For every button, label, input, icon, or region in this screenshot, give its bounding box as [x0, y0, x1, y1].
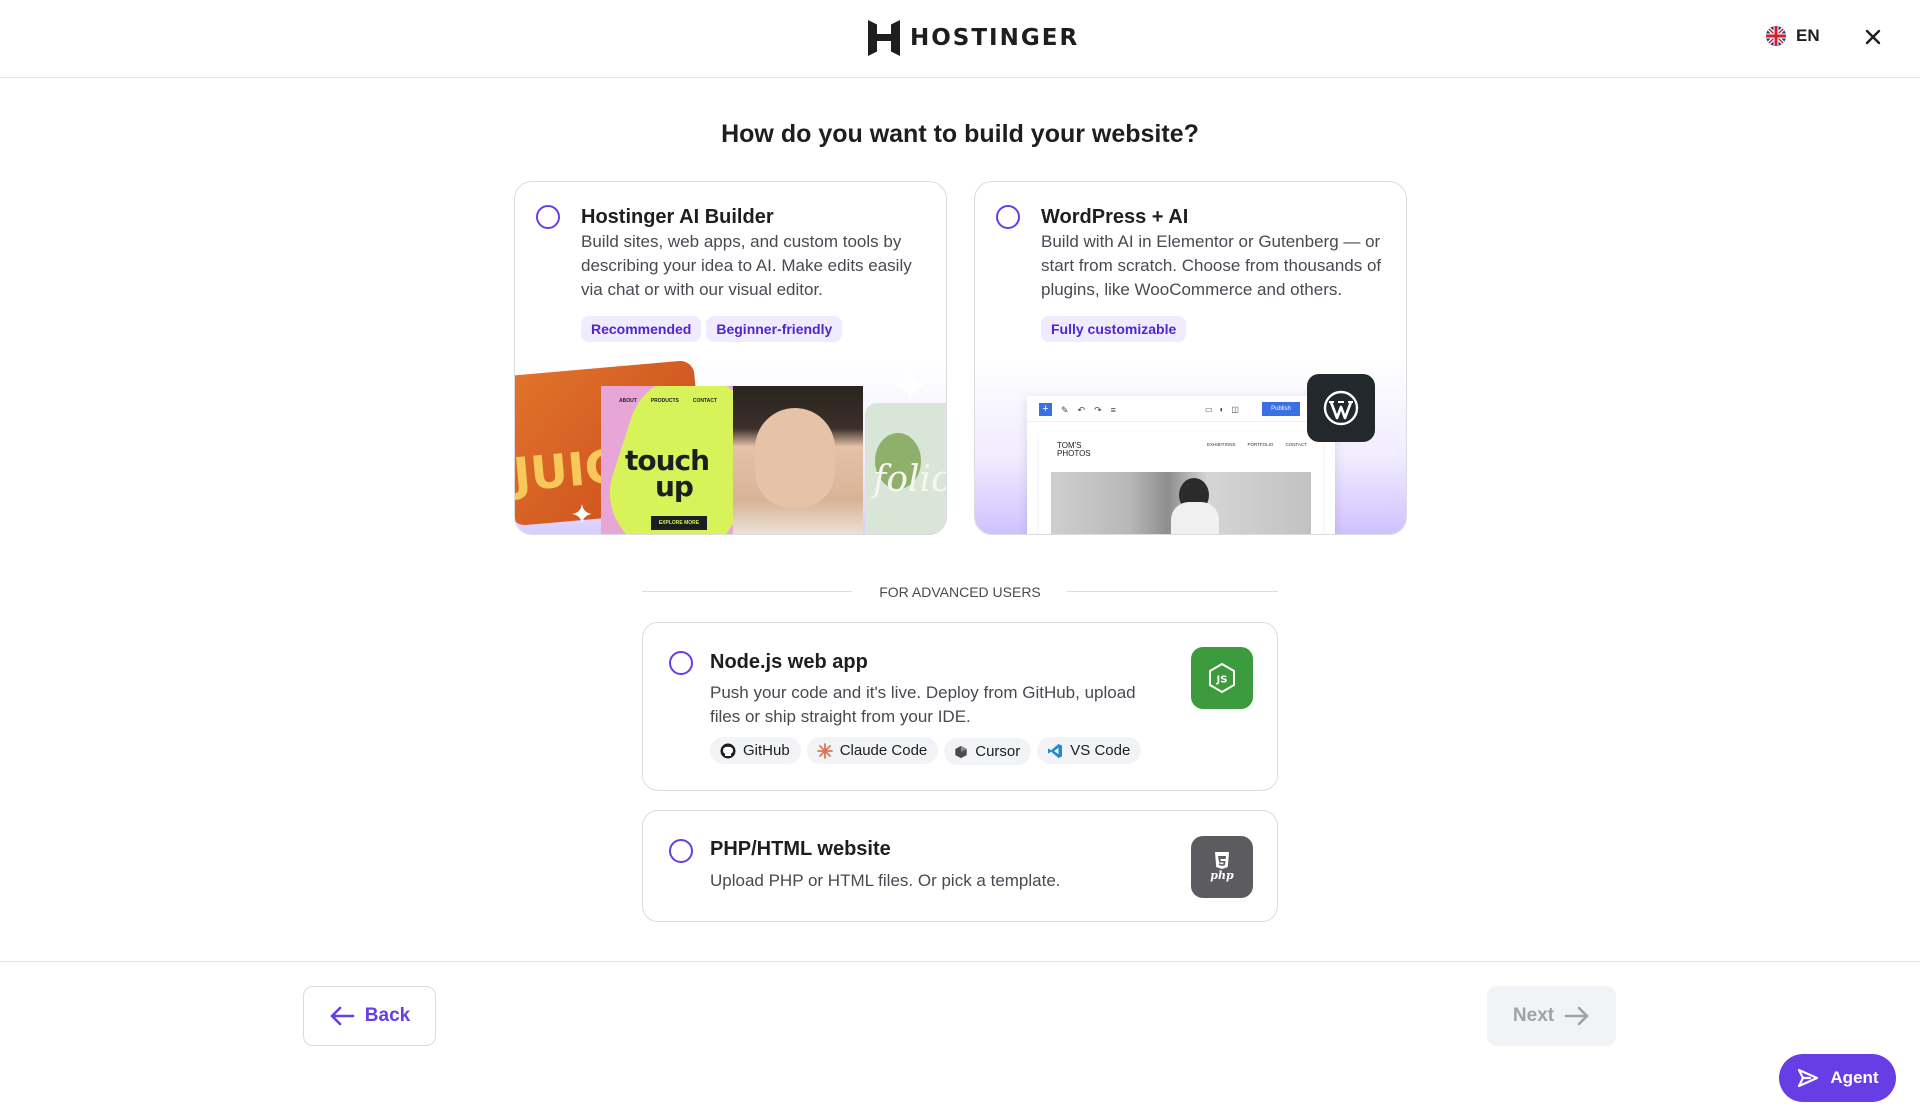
sparkle-icon [572, 504, 592, 524]
option-description: Upload PHP or HTML files. Or pick a temp… [710, 871, 1061, 890]
preview-back-right-text: folio [873, 459, 947, 500]
vscode-icon [1048, 743, 1063, 758]
agent-label: Agent [1830, 1068, 1879, 1087]
preview-cta: EXPLORE MORE [651, 516, 707, 530]
site-nav-item: EXHIBITIONS [1207, 442, 1236, 447]
nodejs-tile: JS [1191, 647, 1253, 709]
tool-label: Cursor [975, 743, 1021, 760]
radio-nodejs[interactable] [669, 651, 693, 675]
option-title: WordPress + AI [1041, 206, 1189, 228]
next-label: Next [1512, 1005, 1555, 1026]
tool-claude-code: Claude Code [806, 737, 939, 764]
tool-label: VS Code [1070, 742, 1131, 759]
advanced-divider: FOR ADVANCED USERS [642, 582, 1278, 602]
advanced-label: FOR ADVANCED USERS [879, 584, 1041, 600]
cursor-icon [955, 745, 967, 758]
hostinger-logo-icon [868, 20, 900, 56]
agent-button[interactable]: Agent [1779, 1054, 1896, 1102]
nodejs-icon: JS [1209, 662, 1235, 694]
hostinger-logo[interactable]: HOSTINGER [868, 20, 1079, 56]
tool-group: GitHub Claude Code Cursor VS Code [710, 737, 1147, 765]
wordpress-icon [1323, 390, 1359, 426]
editor-window: + ✎↶↷≡ ▭◐◫ Publish TOM'S PHOTOS EXHIBITI… [1027, 396, 1335, 534]
brand-name: HOSTINGER [910, 25, 1080, 51]
preview-nav-item: ABOUT [619, 398, 637, 404]
back-button[interactable]: Back [303, 986, 436, 1046]
tag-group: Recommended Beginner-friendly [581, 316, 847, 342]
portrait-face [755, 408, 835, 508]
ai-builder-preview: JUIC folio ABOUT PRODUCTS CONTACT touch … [515, 358, 947, 534]
radio-ai-builder[interactable] [536, 205, 560, 229]
option-title: PHP/HTML website [710, 838, 891, 860]
php-label: php [1210, 869, 1234, 882]
site-title: TOM'S PHOTOS [1057, 441, 1091, 458]
tag-fully-customizable: Fully customizable [1041, 316, 1187, 342]
editor-view-icons: ▭◐◫ [1205, 405, 1246, 414]
photo-body [1171, 502, 1219, 534]
option-card-ai-builder[interactable]: Hostinger AI Builder Build sites, web ap… [514, 181, 947, 535]
option-title: Node.js web app [710, 651, 868, 673]
tool-cursor: Cursor [944, 738, 1032, 765]
radio-php-html[interactable] [669, 839, 693, 863]
back-label: Back [364, 1005, 411, 1026]
github-icon [720, 743, 736, 758]
tool-label: GitHub [743, 742, 790, 759]
option-title: Hostinger AI Builder [581, 206, 774, 228]
arrow-left-icon [330, 1006, 355, 1026]
divider-line [1067, 591, 1278, 592]
option-card-wordpress[interactable]: WordPress + AI Build with AI in Elemento… [974, 181, 1407, 535]
option-description: Push your code and it's live. Deploy fro… [710, 683, 1136, 726]
claude-icon [816, 742, 833, 759]
tool-label: Claude Code [839, 742, 928, 759]
editor-tool-icons: ✎↶↷≡ [1061, 405, 1125, 415]
footer-bar [0, 961, 1920, 1117]
php-html-icon [1215, 852, 1229, 869]
php-html-tile: php [1191, 836, 1253, 898]
close-button[interactable] [1860, 24, 1886, 50]
preview-nav-item: PRODUCTS [650, 398, 679, 404]
preview-nav-item: CONTACT [692, 398, 717, 404]
preview-headline-2: up [655, 470, 694, 503]
site-nav: EXHIBITIONS PORTFOLIO CONTACT [1207, 442, 1307, 447]
option-card-nodejs[interactable]: Node.js web app Push your code and it's … [642, 622, 1278, 791]
close-icon [1865, 29, 1881, 45]
preview-main-card: ABOUT PRODUCTS CONTACT touch up EXPLORE … [601, 386, 863, 534]
agent-icon [1798, 1068, 1819, 1088]
preview-portrait [733, 386, 863, 534]
editor-canvas: TOM'S PHOTOS EXHIBITIONS PORTFOLIO CONTA… [1039, 432, 1323, 534]
preview-back-card-right: folio [865, 403, 947, 534]
tool-vs-code: VS Code [1037, 737, 1142, 764]
wordpress-logo-tile [1307, 374, 1375, 442]
tag-recommended: Recommended [581, 316, 702, 342]
option-card-php-html[interactable]: PHP/HTML website Upload PHP or HTML file… [642, 810, 1278, 922]
option-description: Build with AI in Elementor or Gutenberg … [1041, 232, 1382, 299]
site-hero-photo [1051, 472, 1311, 534]
radio-wordpress[interactable] [996, 205, 1020, 229]
svg-text:JS: JS [1216, 675, 1228, 686]
page-title: How do you want to build your website? [721, 120, 1199, 148]
language-selector[interactable]: EN [1766, 26, 1820, 46]
wordpress-preview: + ✎↶↷≡ ▭◐◫ Publish TOM'S PHOTOS EXHIBITI… [975, 358, 1406, 534]
top-bar: HOSTINGER EN [0, 0, 1920, 78]
arrow-right-icon [1564, 1006, 1589, 1026]
option-description: Build sites, web apps, and custom tools … [581, 232, 912, 299]
tool-github: GitHub [710, 737, 801, 764]
language-code: EN [1796, 26, 1820, 45]
site-nav-item: CONTACT [1285, 442, 1307, 447]
tag-group: Fully customizable [1041, 316, 1191, 342]
tag-beginner-friendly: Beginner-friendly [706, 316, 843, 342]
editor-toolbar: + ✎↶↷≡ ▭◐◫ Publish [1027, 396, 1335, 422]
preview-nav: ABOUT PRODUCTS CONTACT [619, 398, 717, 404]
editor-publish-button: Publish [1262, 402, 1300, 416]
site-nav-item: PORTFOLIO [1247, 442, 1274, 447]
sparkle-icon [893, 368, 927, 402]
uk-flag-icon [1766, 26, 1786, 46]
editor-add-button: + [1039, 403, 1052, 416]
next-button[interactable]: Next [1487, 986, 1616, 1046]
